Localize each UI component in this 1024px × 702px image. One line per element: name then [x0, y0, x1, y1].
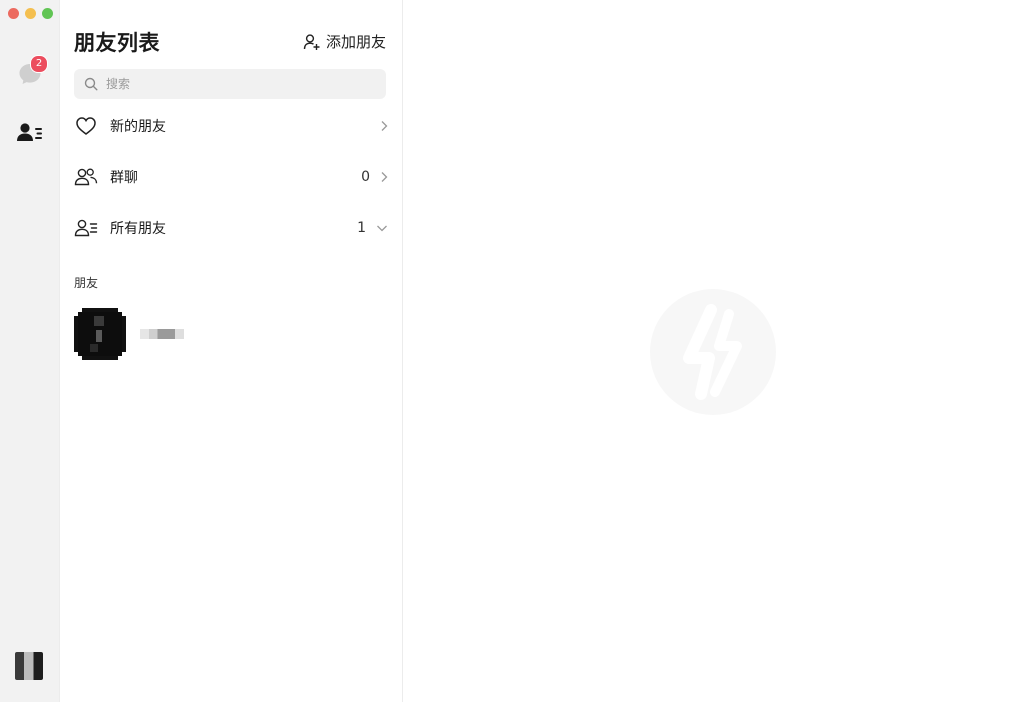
group-chats-count: 0	[361, 169, 370, 185]
search-box[interactable]	[74, 69, 386, 99]
group-chats-label: 群聊	[110, 170, 138, 186]
rail-chats-button[interactable]: 2	[14, 55, 48, 90]
friend-list-item[interactable]	[74, 307, 388, 361]
add-friend-label: 添加朋友	[325, 33, 386, 51]
all-friends-count: 1	[357, 220, 366, 236]
chevron-right-icon	[381, 121, 388, 131]
contacts-icon	[17, 123, 42, 141]
minimize-window-button[interactable]	[25, 8, 36, 19]
add-friend-button[interactable]: 添加朋友	[303, 31, 386, 52]
my-avatar[interactable]	[15, 652, 43, 680]
main-content-area	[403, 0, 1024, 702]
search-icon	[84, 77, 98, 91]
all-friends-row[interactable]: 所有朋友 1	[74, 208, 388, 248]
friend-name-redacted	[140, 329, 184, 339]
page-title: 朋友列表	[74, 31, 160, 55]
close-window-button[interactable]	[8, 8, 19, 19]
chevron-down-icon	[377, 225, 387, 232]
new-friends-row[interactable]: 新的朋友	[74, 106, 388, 146]
new-friends-label: 新的朋友	[110, 119, 166, 135]
maximize-window-button[interactable]	[42, 8, 53, 19]
group-chats-row[interactable]: 群聊 0	[74, 157, 388, 197]
all-friends-label: 所有朋友	[110, 221, 166, 237]
rail-contacts-button[interactable]	[14, 117, 46, 149]
app-window: 2 朋友列表 添加朋友 搜索 新的朋友 群聊 0 所有朋友 1 朋友	[0, 0, 1024, 702]
chevron-right-icon	[381, 172, 388, 182]
group-icon	[74, 165, 98, 189]
contacts-panel: 朋友列表 添加朋友 新的朋友	[60, 0, 403, 702]
lightning-logo-watermark-icon	[650, 289, 776, 415]
search-input[interactable]	[104, 76, 368, 92]
friends-section-label: 朋友	[74, 276, 99, 290]
window-controls	[8, 8, 53, 19]
add-person-icon	[303, 33, 320, 50]
unread-count-badge: 2	[30, 55, 48, 73]
nav-rail: 2	[0, 0, 60, 702]
heart-icon	[74, 114, 98, 138]
friend-avatar	[74, 308, 126, 360]
contacts-list-icon	[74, 216, 98, 240]
